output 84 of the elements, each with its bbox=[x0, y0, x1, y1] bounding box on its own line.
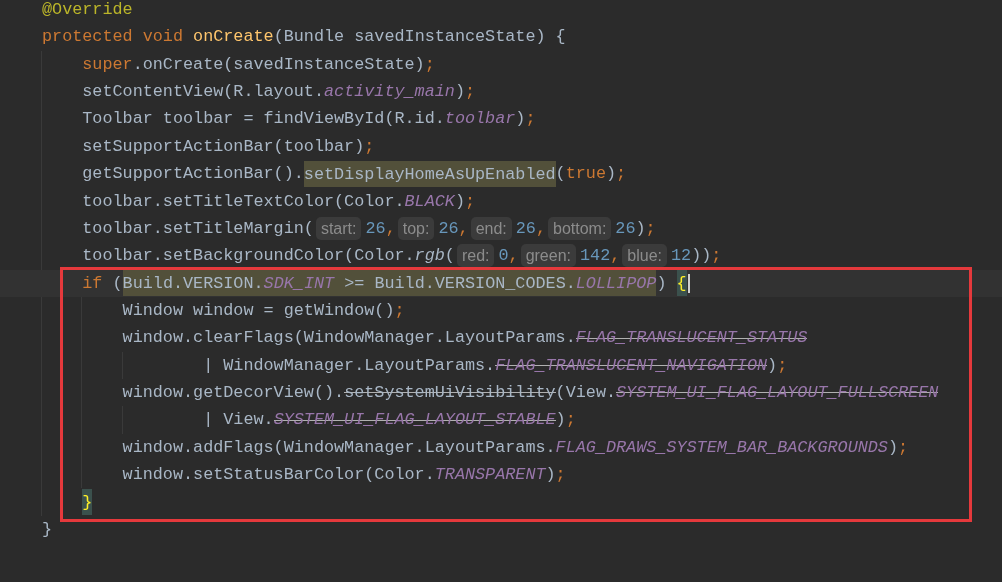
code-text: window.addFlags(WindowManager.LayoutParams. bbox=[122, 437, 556, 457]
punctuation: , bbox=[508, 246, 519, 266]
number-literal: 0 bbox=[498, 246, 509, 266]
code-text: } bbox=[42, 519, 53, 539]
punctuation: , bbox=[535, 218, 546, 238]
code-text: ( bbox=[111, 273, 123, 293]
code-text: window.setStatusBarColor(Color. bbox=[122, 465, 435, 485]
code-text: setDisplayHomeAsUpEnabled bbox=[303, 164, 556, 184]
number-literal: 142 bbox=[580, 246, 611, 266]
parameter-hint: start: bbox=[315, 216, 362, 240]
punctuation: ; bbox=[465, 82, 476, 102]
parameter-hint: bottom: bbox=[548, 216, 612, 240]
code-text: ) bbox=[767, 355, 778, 375]
punctuation: ; bbox=[465, 191, 476, 211]
code-text: ( bbox=[444, 246, 455, 266]
constant-name: LOLLIPOP bbox=[575, 273, 657, 293]
code-text: ) bbox=[555, 410, 566, 430]
code-text: ) bbox=[606, 164, 617, 184]
constant-name: TRANSPARENT bbox=[434, 465, 546, 485]
code-text: ) bbox=[635, 218, 646, 238]
keyword: super bbox=[82, 54, 133, 74]
static-method-call: rgb bbox=[414, 246, 445, 266]
parameter-hint: red: bbox=[456, 244, 495, 268]
code-text: setSupportActionBar(toolbar) bbox=[82, 136, 365, 156]
punctuation: ; bbox=[394, 300, 405, 320]
punctuation: , bbox=[458, 218, 469, 238]
punctuation: ; bbox=[364, 136, 375, 156]
parameter-hint: green: bbox=[520, 244, 576, 268]
code-text: toolbar.setTitleTextColor(Color. bbox=[82, 191, 405, 211]
code-text: ) bbox=[454, 191, 465, 211]
code-text: window.getDecorView(). bbox=[122, 383, 345, 403]
constant-name: SDK_INT bbox=[263, 273, 335, 293]
punctuation: ; bbox=[645, 218, 656, 238]
text-cursor bbox=[687, 273, 690, 293]
code-text: setContentView(R.layout. bbox=[82, 82, 324, 102]
code-text: .onCreate(savedInstanceState) bbox=[132, 54, 425, 74]
number-literal: 26 bbox=[615, 218, 636, 238]
method-name: onCreate bbox=[193, 27, 274, 47]
punctuation: ; bbox=[616, 164, 627, 184]
number-literal: 26 bbox=[515, 218, 536, 238]
punctuation: , bbox=[385, 218, 396, 238]
parameter-hint: top: bbox=[397, 216, 435, 240]
punctuation: ; bbox=[711, 246, 722, 266]
number-literal: 26 bbox=[438, 218, 459, 238]
punctuation: ; bbox=[555, 465, 566, 485]
code-text: toolbar.setTitleMargin( bbox=[82, 218, 314, 238]
code-text: )) bbox=[691, 246, 712, 266]
annotation: @Override bbox=[42, 0, 133, 19]
punctuation: ; bbox=[898, 437, 909, 457]
number-literal: 26 bbox=[365, 218, 386, 238]
constant-name: BLACK bbox=[404, 191, 455, 211]
code-text: ) bbox=[545, 465, 556, 485]
code-text: ) bbox=[656, 273, 668, 293]
matched-brace: } bbox=[82, 488, 93, 515]
code-text: | WindowManager.LayoutParams. bbox=[203, 355, 496, 375]
matched-brace: { bbox=[676, 270, 687, 297]
code-text: getSupportActionBar(). bbox=[82, 164, 304, 184]
code-text: ) bbox=[454, 82, 465, 102]
code-text: toolbar.setBackgroundColor(Color. bbox=[82, 246, 415, 266]
code-text: ( bbox=[555, 164, 566, 184]
keyword: true bbox=[565, 164, 606, 184]
number-literal: 12 bbox=[671, 246, 692, 266]
constant-name: activity_main bbox=[324, 82, 455, 102]
punctuation: ; bbox=[525, 109, 536, 129]
code-text: Window window = getWindow() bbox=[122, 300, 395, 320]
punctuation: ; bbox=[424, 54, 435, 74]
code-text: ) bbox=[515, 109, 526, 129]
code-text: Build.VERSION. bbox=[122, 273, 264, 293]
keyword: protected void bbox=[42, 27, 184, 47]
code-text: (View. bbox=[555, 383, 617, 403]
constant-name: FLAG_DRAWS_SYSTEM_BAR_BACKGROUNDS bbox=[555, 437, 888, 457]
punctuation: , bbox=[610, 246, 621, 266]
punctuation: ; bbox=[777, 355, 788, 375]
keyword: if bbox=[82, 273, 103, 293]
code-text: | View. bbox=[203, 410, 274, 430]
code-text: >= Build.VERSION_CODES. bbox=[343, 273, 576, 293]
punctuation: ; bbox=[565, 410, 576, 430]
parameter-hint: end: bbox=[470, 216, 512, 240]
code-text: Toolbar toolbar = findViewById(R.id. bbox=[82, 109, 445, 129]
code-text: ) bbox=[887, 437, 898, 457]
code-text: (Bundle savedInstanceState) { bbox=[273, 27, 566, 47]
constant-name: toolbar bbox=[444, 109, 516, 129]
code-text: window.clearFlags(WindowManager.LayoutParams. bbox=[122, 328, 576, 348]
parameter-hint: blue: bbox=[622, 244, 667, 268]
